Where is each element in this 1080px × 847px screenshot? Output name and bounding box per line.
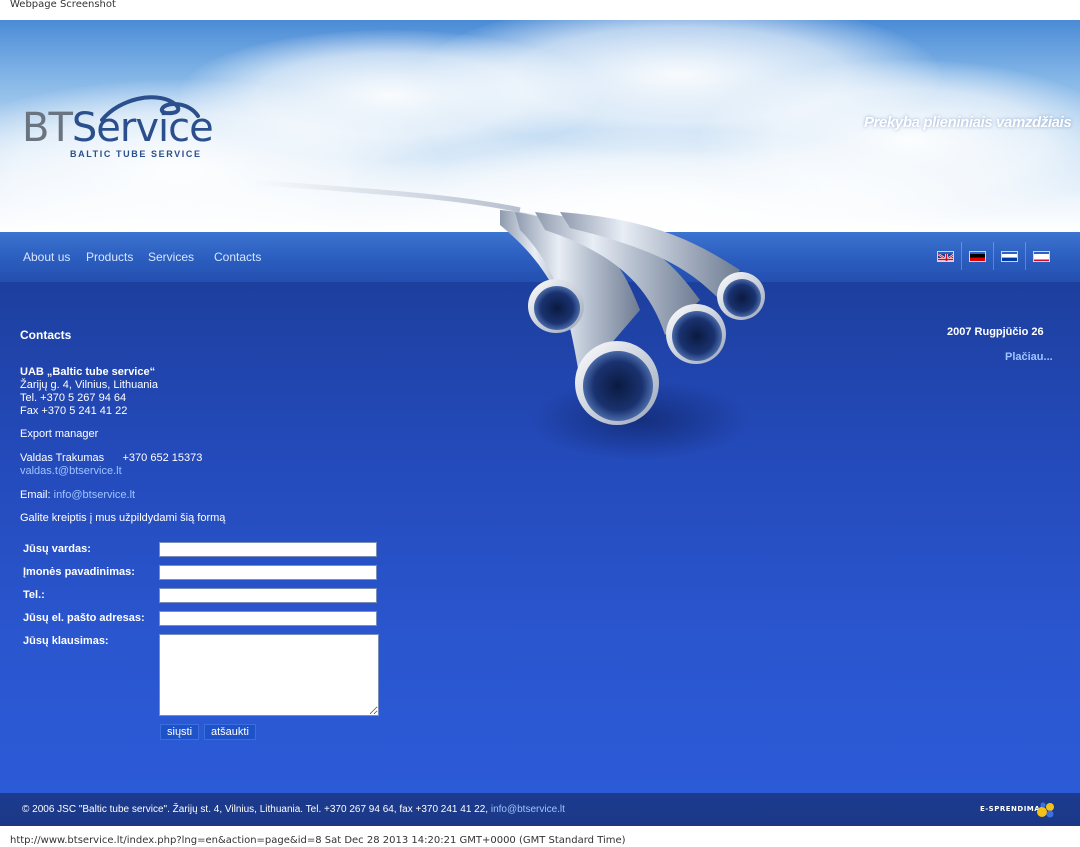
footer-copyright: © 2006 JSC "Baltic tube service". Žarijų… (22, 804, 491, 815)
esprendimas-logo-icon[interactable] (1035, 801, 1057, 819)
footer-email-link[interactable]: info@btservice.lt (491, 804, 565, 815)
manager-name-phone: Valdas Trakumas +370 652 15373 (20, 452, 203, 464)
email-field-label: Jūsų el. pašto adresas: (23, 612, 145, 624)
footer-text: © 2006 JSC "Baltic tube service". Žarijų… (22, 804, 565, 815)
manager-email-link[interactable]: valdas.t@btservice.lt (20, 465, 122, 477)
question-textarea[interactable] (159, 634, 379, 716)
name-input[interactable] (159, 542, 377, 557)
email-field[interactable] (159, 611, 377, 626)
news-more-link[interactable]: Plačiau... (1005, 351, 1053, 363)
submit-button[interactable]: siųsti (160, 724, 200, 740)
footer: © 2006 JSC "Baltic tube service". Žarijų… (0, 793, 1080, 826)
company-label: Įmonės pavadinimas: (23, 566, 135, 578)
company-address: Žarijų g. 4, Vilnius, Lithuania (20, 379, 158, 391)
company-fax: Fax +370 5 241 41 22 (20, 405, 128, 417)
export-manager-label: Export manager (20, 428, 99, 440)
company-tel: Tel. +370 5 267 94 64 (20, 392, 127, 404)
page-title: Contacts (20, 328, 72, 342)
page: Webpage Screenshot BTService BALTIC TUBE… (0, 0, 1080, 847)
company-name: UAB „Baltic tube service“ (20, 366, 156, 378)
tel-input[interactable] (159, 588, 377, 603)
email-link[interactable]: info@btservice.lt (54, 489, 135, 501)
name-label: Jūsų vardas: (23, 543, 91, 555)
steel-tubes-illustration (249, 179, 765, 460)
form-intro: Galite kreiptis į mus užpildydami šią fo… (20, 512, 226, 524)
tel-label: Tel.: (23, 589, 45, 601)
question-label: Jūsų klausimas: (23, 635, 109, 647)
news-date: 2007 Rugpjūčio 26 (947, 326, 1044, 338)
email-row: Email: info@btservice.lt (20, 489, 135, 501)
bottom-caption: http://www.btservice.lt/index.php?lng=en… (10, 835, 626, 846)
email-label: Email: (20, 489, 54, 501)
company-input[interactable] (159, 565, 377, 580)
cancel-button[interactable]: atšaukti (204, 724, 256, 740)
